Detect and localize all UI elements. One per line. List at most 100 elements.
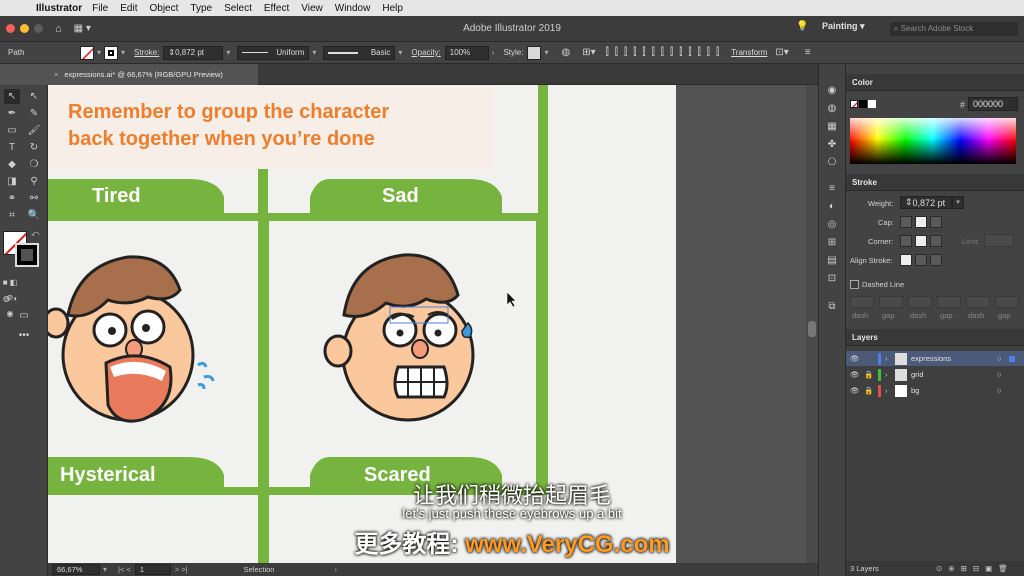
menu-window[interactable]: Window xyxy=(335,3,371,14)
menu-edit[interactable]: Edit xyxy=(120,3,137,14)
menu-file[interactable]: File xyxy=(92,3,108,14)
lock-icon[interactable]: 🔒 xyxy=(864,386,878,395)
stroke-panel-header[interactable]: Stroke xyxy=(846,174,1024,191)
screen-mode-icon[interactable]: ▭ xyxy=(16,308,32,323)
curvature-tool-icon[interactable]: ✎ xyxy=(26,106,42,121)
lock-icon[interactable]: 🔒 xyxy=(864,370,878,379)
stock-search-input[interactable]: ⌕ Search Adobe Stock xyxy=(890,22,1018,36)
butt-cap-button[interactable] xyxy=(900,216,912,228)
miter-join-button[interactable] xyxy=(900,235,912,247)
menu-object[interactable]: Object xyxy=(149,3,178,14)
opacity-field[interactable]: 100% xyxy=(444,45,489,60)
bevel-join-button[interactable] xyxy=(930,235,942,247)
color-spectrum[interactable] xyxy=(850,118,1016,164)
mini-black-swatch[interactable] xyxy=(859,100,867,108)
mini-white-swatch[interactable] xyxy=(868,100,876,108)
color-guide-icon[interactable]: ◍ xyxy=(825,102,839,116)
menu-view[interactable]: View xyxy=(301,3,323,14)
variable-width-profile[interactable]: Uniform xyxy=(237,45,310,60)
hex-color-field[interactable]: 000000 xyxy=(968,97,1018,111)
artboard-number-field[interactable]: 1 xyxy=(134,564,171,575)
expand-chevron-icon[interactable]: › xyxy=(885,354,895,363)
selection-tool-icon[interactable]: ↖ xyxy=(4,89,20,104)
layer-row-grid[interactable]: 👁 🔒 › grid ○ xyxy=(846,367,1024,382)
menu-help[interactable]: Help xyxy=(382,3,403,14)
mini-fill-none-swatch[interactable] xyxy=(850,100,858,108)
layers-panel-icon[interactable]: ⧉ xyxy=(825,300,839,314)
color-mode-icon[interactable]: ■ ◧ ⊘ xyxy=(2,275,18,302)
direct-selection-tool-icon[interactable]: ↖ xyxy=(26,89,42,104)
expand-chevron-icon[interactable]: › xyxy=(885,386,895,395)
close-tab-icon[interactable]: × xyxy=(54,70,58,79)
limit-field[interactable] xyxy=(984,234,1014,247)
menu-type[interactable]: Type xyxy=(190,3,212,14)
artboard-nav-next[interactable]: > >| xyxy=(175,565,188,574)
target-circle-icon[interactable]: ○ xyxy=(997,370,1007,379)
visibility-eye-icon[interactable]: 👁 xyxy=(850,386,864,395)
fill-swatch[interactable] xyxy=(80,45,94,60)
gap-field-1[interactable] xyxy=(879,296,903,308)
layer-name[interactable]: expressions xyxy=(911,354,997,363)
brush-definition[interactable]: Basic xyxy=(323,45,396,60)
color-panel-icon[interactable]: ◉ xyxy=(825,84,839,98)
dash-field-3[interactable] xyxy=(966,296,990,308)
scroll-thumb[interactable] xyxy=(808,321,816,337)
more-options-icon[interactable]: ≡ xyxy=(805,47,811,58)
drawing-mode-icon[interactable]: ◍ ◑ ◉ xyxy=(2,291,18,318)
align-outside-button[interactable] xyxy=(930,254,942,266)
stroke-black-swatch[interactable] xyxy=(15,243,39,267)
instruction-note[interactable]: Remember to group the character back tog… xyxy=(48,85,493,169)
target-circle-icon[interactable]: ○ xyxy=(997,386,1007,395)
recolor-icon[interactable]: ◍ xyxy=(561,47,570,58)
layer-row-bg[interactable]: 👁 🔒 › bg ○ xyxy=(846,383,1024,398)
layer-footer-buttons[interactable]: ⊙⊕⊞⊟▣🗑 xyxy=(936,564,1014,573)
swap-fill-stroke-icon[interactable]: ⤺ xyxy=(31,229,40,239)
zoom-field[interactable]: 66,67% xyxy=(52,564,100,575)
gap-field-3[interactable] xyxy=(995,296,1019,308)
align-inside-button[interactable] xyxy=(915,254,927,266)
dash-field-2[interactable] xyxy=(908,296,932,308)
home-icon[interactable]: ⌂ xyxy=(55,23,62,35)
isolate-icon[interactable]: ⊡▾ xyxy=(775,47,788,58)
layers-panel-header[interactable]: Layers xyxy=(846,329,1024,346)
eyedropper-tool-icon[interactable]: ⚲ xyxy=(26,174,42,189)
gradient-icon[interactable]: ◐ xyxy=(825,200,839,214)
zoom-window-button[interactable] xyxy=(34,24,43,33)
dash-field-1[interactable] xyxy=(850,296,874,308)
dashed-line-checkbox[interactable] xyxy=(850,280,859,289)
weight-field[interactable]: ⇕ 0,872 pt xyxy=(900,196,952,209)
type-tool-icon[interactable]: T xyxy=(4,140,20,155)
rectangle-tool-icon[interactable]: ▭ xyxy=(4,123,20,138)
layer-row-expressions[interactable]: 👁 › expressions ○ xyxy=(846,351,1024,366)
minimize-window-button[interactable] xyxy=(20,24,29,33)
paintbrush-tool-icon[interactable]: 🖌 xyxy=(26,123,42,138)
color-panel-header[interactable]: Color xyxy=(846,74,1024,91)
stroke-swatch[interactable] xyxy=(104,45,119,60)
free-transform-tool-icon[interactable]: ◨ xyxy=(4,174,20,189)
pathfinder-icon[interactable]: ▤ xyxy=(825,254,839,268)
artboard-nav[interactable]: |< < xyxy=(118,565,131,574)
round-cap-button[interactable] xyxy=(915,216,927,228)
app-menu[interactable]: Illustrator xyxy=(36,3,82,14)
artboard-tool-icon[interactable]: ⌗ xyxy=(4,208,20,223)
brushes-icon[interactable]: ✤ xyxy=(825,138,839,152)
layer-name[interactable]: grid xyxy=(911,370,997,379)
align-to-icon[interactable]: ⊞▾ xyxy=(582,47,595,58)
status-menu-arrow[interactable]: › xyxy=(334,565,337,574)
round-join-button[interactable] xyxy=(915,235,927,247)
rotate-tool-icon[interactable]: ↻ xyxy=(26,140,42,155)
align-center-button[interactable] xyxy=(900,254,912,266)
pen-tool-icon[interactable]: ✒ xyxy=(4,106,20,121)
blend-tool-icon[interactable]: ⚯ xyxy=(26,191,42,206)
lightbulb-icon[interactable]: 💡 xyxy=(796,21,808,32)
warp-tool-icon[interactable]: ❍ xyxy=(26,157,42,172)
target-circle-icon[interactable]: ○ xyxy=(997,354,1007,363)
stroke-weight-field[interactable]: ⇕ 0,872 pt xyxy=(163,45,224,60)
workspace-switcher[interactable]: Painting ▾ xyxy=(822,21,865,32)
close-window-button[interactable] xyxy=(6,24,15,33)
fill-stroke-mini[interactable] xyxy=(850,100,876,110)
layer-name[interactable]: bg xyxy=(911,386,997,395)
expand-chevron-icon[interactable]: › xyxy=(885,370,895,379)
transform-link[interactable]: Transform xyxy=(731,48,767,57)
swatches-icon[interactable]: ▦ xyxy=(825,120,839,134)
